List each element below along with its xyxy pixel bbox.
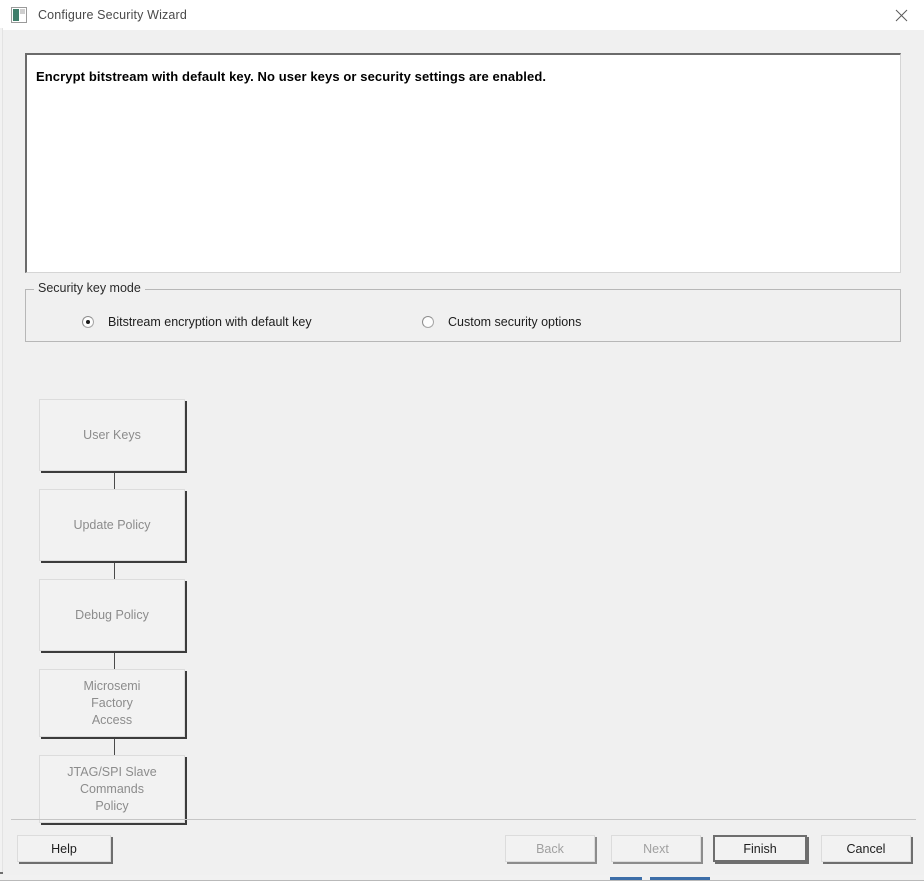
security-wizard-app-icon: [11, 7, 27, 23]
dialog-footer: Help Back Next Finish Cancel: [3, 819, 924, 875]
flow-node-jtag-spi-slave-commands-policy[interactable]: JTAG/SPI Slave Commands Policy: [39, 755, 185, 823]
flow-node-user-keys[interactable]: User Keys: [39, 399, 185, 471]
cancel-button[interactable]: Cancel: [821, 835, 911, 862]
radio-bitstream-encryption-default-key[interactable]: Bitstream encryption with default key: [82, 315, 312, 329]
configure-security-wizard-dialog: Configure Security Wizard Encrypt bitstr…: [3, 0, 924, 875]
radio-mark-selected-icon[interactable]: [82, 316, 94, 328]
finish-button[interactable]: Finish: [713, 835, 807, 862]
radio-label-bitstream-encryption-default-key[interactable]: Bitstream encryption with default key: [108, 315, 312, 329]
radio-mark-unselected-icon[interactable]: [422, 316, 434, 328]
window-title: Configure Security Wizard: [38, 8, 187, 22]
flow-node-label-update-policy: Update Policy: [73, 517, 151, 532]
titlebar: Configure Security Wizard: [3, 0, 924, 31]
radio-custom-security-options[interactable]: Custom security options: [422, 315, 581, 329]
flow-node-debug-policy[interactable]: Debug Policy: [39, 579, 185, 651]
dialog-body: Encrypt bitstream with default key. No u…: [3, 31, 924, 875]
flow-node-microsemi-factory-access[interactable]: Microsemi Factory Access: [39, 669, 185, 737]
flow-node-label-debug-policy: Debug Policy: [75, 607, 149, 622]
flow-node-update-policy[interactable]: Update Policy: [39, 489, 185, 561]
description-text: Encrypt bitstream with default key. No u…: [36, 69, 547, 84]
description-panel: Encrypt bitstream with default key. No u…: [25, 53, 901, 273]
radio-label-custom-security-options[interactable]: Custom security options: [448, 315, 581, 329]
security-key-mode-group: Security key mode Bitstream encryption w…: [25, 281, 901, 342]
back-button[interactable]: Back: [505, 835, 595, 862]
flow-node-label-jtag-spi-slave-commands-policy: JTAG/SPI Slave Commands Policy: [67, 764, 157, 813]
flow-connector-4: [113, 737, 115, 755]
security-key-mode-legend: Security key mode: [34, 281, 145, 295]
close-icon[interactable]: [879, 0, 924, 30]
help-button[interactable]: Help: [17, 835, 111, 862]
flow-node-label-user-keys: User Keys: [83, 427, 141, 442]
wizard-stage-flowchart: User Keys Update Policy Debug Policy Mic…: [39, 399, 189, 823]
footer-separator: [11, 819, 916, 820]
next-button[interactable]: Next: [611, 835, 701, 862]
flow-connector-2: [113, 561, 115, 579]
flow-node-label-microsemi-factory-access: Microsemi Factory Access: [83, 678, 141, 727]
flow-connector-3: [113, 651, 115, 669]
flow-connector-1: [113, 471, 115, 489]
